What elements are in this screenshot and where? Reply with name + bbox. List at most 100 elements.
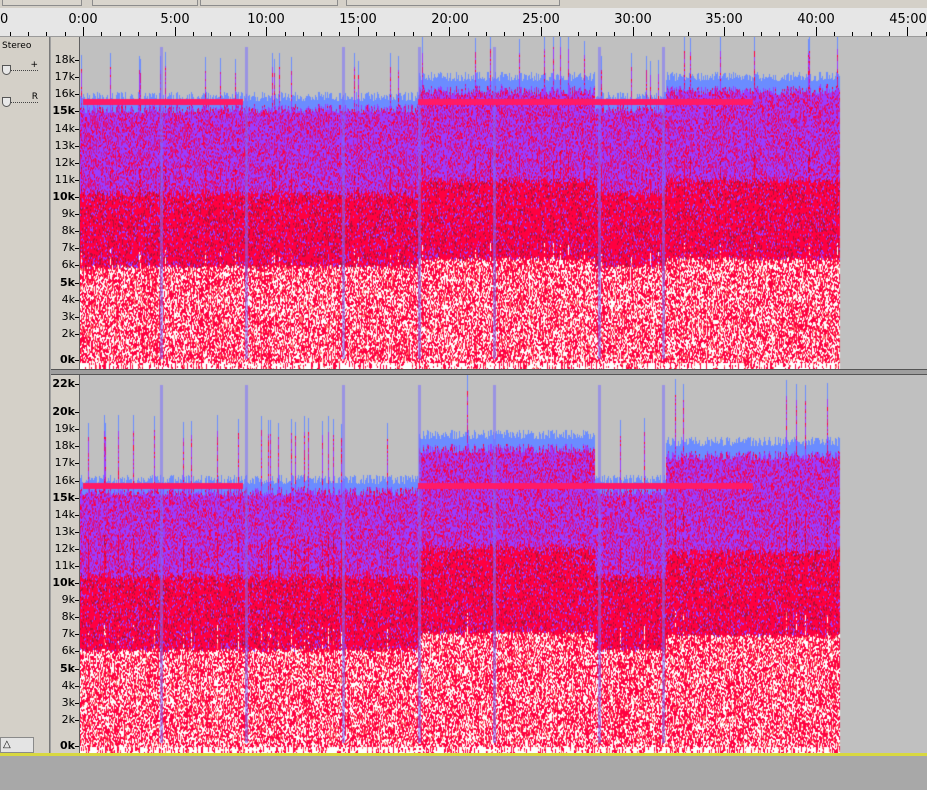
scale-tick — [75, 600, 79, 601]
freq-label: 15k — [52, 490, 75, 504]
gain-slider[interactable]: + — [2, 60, 38, 75]
scale-tick — [75, 634, 79, 635]
freq-label: 6k — [61, 257, 75, 271]
toolbar-button[interactable] — [92, 0, 198, 6]
gain-plus-label: + — [30, 60, 38, 70]
frequency-scale-top: 18k 17k 16k 15k 14k 13k 12k 11k 10k 9k 8… — [51, 37, 80, 369]
freq-label: 10k — [52, 575, 75, 589]
ruler-label: 45:00 — [889, 12, 927, 27]
ruler-tick — [266, 27, 267, 36]
scale-tick — [75, 746, 79, 747]
scale-tick — [75, 197, 79, 198]
toolbar-button[interactable] — [2, 0, 82, 6]
ruler-tick — [706, 32, 707, 36]
scale-tick — [75, 720, 79, 721]
freq-label: 14k — [54, 507, 75, 521]
freq-label: 3k — [61, 309, 75, 323]
freq-label: 17k — [54, 69, 75, 83]
freq-label: 16k — [54, 473, 75, 487]
freq-label: 3k — [61, 695, 75, 709]
scale-tick — [75, 146, 79, 147]
ruler-label: 20:00 — [431, 12, 469, 27]
toolbar-strip — [0, 0, 927, 8]
spectrogram-canvas-top[interactable] — [80, 37, 927, 369]
scale-tick — [75, 446, 79, 447]
toolbar-button[interactable] — [346, 0, 560, 6]
scale-tick — [75, 334, 79, 335]
scale-tick — [75, 180, 79, 181]
ruler-tick — [120, 32, 121, 36]
ruler-tick — [633, 27, 634, 36]
freq-label: 0k — [60, 738, 75, 752]
freq-label: 9k — [61, 592, 75, 606]
toolbar-button[interactable] — [200, 0, 338, 6]
gain-slider-thumb[interactable] — [2, 65, 11, 75]
freq-label: 19k — [54, 421, 75, 435]
freq-label: 7k — [61, 240, 75, 254]
ruler-tick — [541, 27, 542, 36]
ruler-tick — [394, 32, 395, 36]
freq-label: 9k — [61, 206, 75, 220]
ruler-tick — [28, 32, 29, 36]
ruler-label: 15:00 — [339, 12, 377, 27]
ruler-tick — [523, 32, 524, 36]
spectrogram-left-channel[interactable] — [80, 37, 927, 369]
ruler-label: 10:00 — [247, 12, 285, 27]
empty-track-area[interactable] — [0, 756, 927, 790]
scale-tick — [75, 300, 79, 301]
ruler-tick — [669, 32, 670, 36]
ruler-label: 35:00 — [705, 12, 743, 27]
ruler-tick — [871, 32, 872, 36]
freq-label: 11k — [54, 172, 75, 186]
ruler-tick — [138, 32, 139, 36]
spectrogram-right-channel[interactable] — [80, 375, 927, 753]
ruler-tick — [65, 32, 66, 36]
ruler-tick — [779, 32, 780, 36]
freq-label: 6k — [61, 643, 75, 657]
spectrogram-canvas-bottom[interactable] — [80, 375, 927, 753]
ruler-tick — [468, 32, 469, 36]
scale-tick — [75, 532, 79, 533]
ruler-tick — [230, 32, 231, 36]
ruler-tick — [285, 32, 286, 36]
track-name-label[interactable]: Stereo — [2, 41, 31, 51]
scale-tick — [75, 549, 79, 550]
pan-slider-thumb[interactable] — [2, 97, 11, 107]
freq-label: 8k — [61, 609, 75, 623]
scale-tick — [75, 651, 79, 652]
ruler-tick — [321, 32, 322, 36]
ruler-tick — [852, 32, 853, 36]
scale-tick — [75, 686, 79, 687]
collapse-track-button[interactable]: △ — [0, 737, 34, 753]
ruler-tick — [614, 32, 615, 36]
ruler-label: 0 — [0, 12, 9, 27]
ruler-tick — [156, 32, 157, 36]
ruler-tick — [413, 32, 414, 36]
freq-label: 2k — [61, 712, 75, 726]
scale-tick — [75, 463, 79, 464]
freq-label: 12k — [54, 541, 75, 555]
freq-label: 11k — [54, 558, 75, 572]
ruler-tick — [339, 32, 340, 36]
ruler-label: 25:00 — [522, 12, 560, 27]
scale-tick — [75, 481, 79, 482]
ruler-label: 0:00 — [68, 12, 98, 27]
freq-label: 5k — [60, 661, 75, 675]
ruler-tick — [431, 32, 432, 36]
freq-label: 8k — [61, 223, 75, 237]
ruler-tick — [358, 27, 359, 36]
frequency-scale-bottom: 22k 20k 19k 18k 17k 16k 15k 14k 13k 12k … — [51, 375, 80, 755]
ruler-tick — [816, 27, 817, 36]
ruler-tick — [761, 32, 762, 36]
ruler-tick — [743, 32, 744, 36]
scale-tick — [75, 283, 79, 284]
scale-tick — [75, 703, 79, 704]
timeline-ruler[interactable]: 0 0:00 5:00 10:00 15:00 20:00 25:00 30:0… — [0, 8, 927, 37]
ruler-tick — [559, 32, 560, 36]
ruler-tick — [211, 32, 212, 36]
freq-label: 4k — [61, 292, 75, 306]
freq-label: 20k — [52, 404, 75, 418]
scale-tick — [75, 429, 79, 430]
pan-slider[interactable]: R — [2, 92, 38, 107]
track-control-panel: Stereo + R △ — [0, 37, 50, 755]
